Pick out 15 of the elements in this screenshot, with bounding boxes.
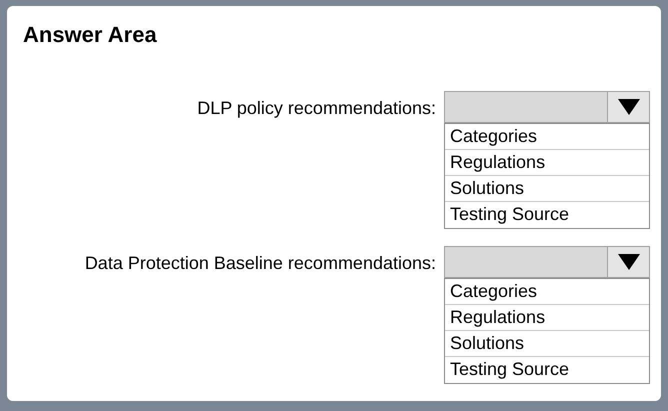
dropdown[interactable] [444, 91, 650, 123]
dropdown-option[interactable]: Testing Source [445, 357, 649, 383]
caret-icon [618, 254, 640, 270]
dropdown-option[interactable]: Regulations [445, 305, 649, 331]
dropdown-option[interactable]: Solutions [445, 331, 649, 357]
question-label: DLP policy recommendations: [197, 97, 436, 120]
answer-area-title: Answer Area [23, 22, 157, 47]
dropdown-option[interactable]: Testing Source [445, 202, 649, 228]
question-label: Data Protection Baseline recommendations: [84, 252, 436, 275]
dropdown-option[interactable]: Categories [445, 279, 649, 305]
dropdown-option[interactable]: Categories [445, 124, 649, 150]
dropdown-option[interactable]: Regulations [445, 150, 649, 176]
dropdown[interactable] [444, 246, 650, 278]
dropdown-option[interactable]: Solutions [445, 176, 649, 202]
caret-icon [618, 99, 640, 115]
